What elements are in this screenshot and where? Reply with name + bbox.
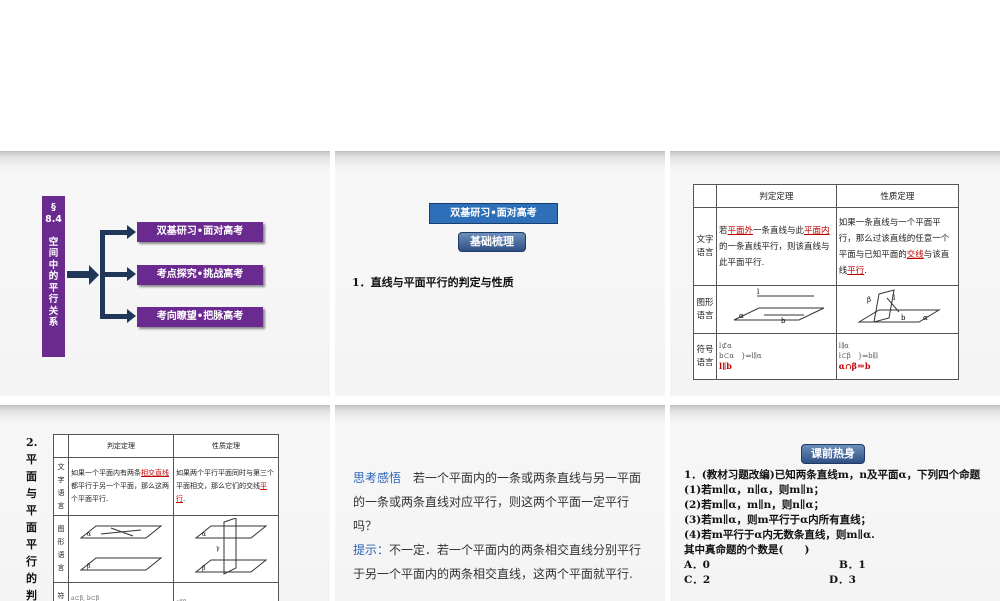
menu-item-topic-explore[interactable]: 考点探究•挑战高考	[137, 265, 263, 285]
options-row-1: A．0B．1	[684, 558, 984, 573]
col-header-criterion: 判定定理	[69, 435, 174, 458]
plane-line-figure-1: l α b	[719, 288, 829, 328]
option-a[interactable]: A．0	[684, 558, 839, 573]
menu-item-basic-review[interactable]: 双基研习•面对高考	[137, 222, 263, 242]
property-symbol: l∥αl⊂β }⇒b∥lα∩β＝b	[836, 334, 958, 380]
menu-item-outlook[interactable]: 考向瞭望•把脉高考	[137, 307, 263, 327]
criterion-text-b: 都平行于另一个平面，那么这两个平面平行.	[71, 482, 169, 503]
topic-line: 1．直线与平面平行的判定与性质	[352, 274, 514, 290]
criterion-text-a: 如果一个平面内有两条	[71, 469, 141, 477]
svg-text:l: l	[893, 294, 896, 302]
property-figure: α β γ	[174, 516, 279, 583]
svg-text:β: β	[202, 565, 206, 572]
corner-cell	[54, 435, 69, 458]
section-header: 双基研习•面对高考	[429, 203, 558, 224]
slide-thumbnail-6[interactable]: 课前热身 1．(教材习题改编)已知两条直线m，n及平面α，下列四个命题 (1)若…	[670, 405, 1000, 601]
svg-text:b: b	[781, 317, 786, 325]
question-ask: 其中真命题的个数是( )	[684, 543, 984, 558]
plane-plane-title: 2.平面与平面平行的判定	[26, 434, 38, 601]
row-label-text: 文字语言	[54, 458, 69, 516]
slide-thumbnail-4[interactable]: 2.平面与平面平行的判定 判定定理 性质定理 文字语言 如果一个平面内有两条相交…	[0, 405, 330, 601]
svg-text:α: α	[87, 531, 91, 538]
question-item-2: (2)若m∥α，m∥n，则n∥α；	[684, 498, 984, 513]
svg-text:γ: γ	[216, 545, 220, 552]
property-symbol: α∥β	[174, 583, 279, 601]
criterion-symbol: l⊄αb⊂α }⇒l∥αl∥b	[717, 334, 837, 380]
bracket-arrowhead-2	[127, 267, 136, 281]
question-item-4: (4)若m平行于α内无数条直线，则m∥α.	[684, 528, 984, 543]
thinking-label: 思考感悟	[353, 471, 401, 485]
slide-thumbnail-1[interactable]: § 8.4 空 间 中 的 平 行 关 系 双基研习•面对高考 考点探究•挑战高…	[0, 151, 330, 396]
row-label-text: 文字语言	[694, 208, 717, 286]
col-header-property: 性质定理	[174, 435, 279, 458]
criterion-text: 如果一个平面内有两条相交直线都平行于另一个平面，那么这两个平面平行.	[69, 458, 174, 516]
question-item-1: (1)若m∥α，n∥α，则m∥n；	[684, 483, 984, 498]
svg-text:α: α	[739, 312, 744, 320]
line-plane-parallel-table: 判定定理 性质定理 文字语言 若平面外一条直线与此平面内的一条直线平行，则该直线…	[693, 184, 959, 380]
section-vertical-title: § 8.4 空 间 中 的 平 行 关 系	[42, 196, 65, 357]
question-item-3: (3)若m∥α，则m平行于α内所有直线；	[684, 513, 984, 528]
svg-text:β: β	[87, 563, 91, 570]
col-header-criterion: 判定定理	[717, 185, 837, 208]
property-text: 如果两个平行平面同时与第三个平面相交，那么它们的交线平行.	[174, 458, 279, 516]
criterion-figure: l α b	[717, 286, 837, 334]
main-arrow-head	[89, 265, 99, 285]
svg-text:b: b	[901, 314, 906, 322]
option-c[interactable]: C．2	[684, 573, 829, 588]
svg-text:α: α	[202, 531, 206, 538]
plane-line-figure-2: β l b α	[839, 288, 949, 328]
main-arrow-shaft	[67, 271, 89, 278]
row-label-symbol: 符号语言	[694, 334, 717, 380]
bracket-arrowhead-1	[127, 225, 136, 239]
options-row-2: C．2D．3	[684, 573, 984, 588]
question-head: 1．(教材习题改编)已知两条直线m，n及平面α，下列四个命题	[684, 468, 984, 483]
bracket-bottom	[100, 314, 128, 319]
slide-thumbnail-2[interactable]: 双基研习•面对高考 基础梳理 1．直线与平面平行的判定与性质	[335, 151, 665, 396]
svg-text:α: α	[923, 314, 928, 322]
basics-pill: 基础梳理	[458, 232, 526, 252]
hint-text: 不一定．若一个平面内的两条相交直线分别平行于另一个平面内的两条相交直线，这两个平…	[353, 543, 641, 581]
option-d[interactable]: D．3	[829, 574, 856, 586]
hint-label: 提示：	[353, 543, 389, 557]
col-header-property: 性质定理	[836, 185, 958, 208]
corner-cell	[694, 185, 717, 208]
svg-text:l: l	[757, 288, 760, 296]
property-text: 如果一条直线与一个平面平行，那么过该直线的任意一个平面与已知平面的交线与该直线平…	[836, 208, 958, 286]
planes-figure-2: α β γ	[176, 518, 276, 578]
slide-thumbnail-5[interactable]: 思考感悟 若一个平面内的一条或两条直线与另一平面的一条或两条直线对应平行，则这两…	[335, 405, 665, 601]
bracket-mid	[105, 272, 128, 277]
planes-figure-1: αβ	[71, 518, 171, 578]
criterion-text-red: 相交直线	[141, 469, 169, 477]
criterion-symbol: a⊂β, b⊂βa∩b＝P	[69, 583, 174, 601]
row-label-figure: 图形语言	[54, 516, 69, 583]
thinking-paragraph: 思考感悟 若一个平面内的一条或两条直线与另一平面的一条或两条直线对应平行，则这两…	[353, 466, 643, 586]
warmup-pill: 课前热身	[801, 444, 865, 464]
bracket-top	[100, 230, 128, 235]
slide-thumbnail-3[interactable]: 判定定理 性质定理 文字语言 若平面外一条直线与此平面内的一条直线平行，则该直线…	[670, 151, 1000, 396]
criterion-text: 若平面外一条直线与此平面内的一条直线平行，则该直线与此平面平行.	[717, 208, 837, 286]
question-block: 1．(教材习题改编)已知两条直线m，n及平面α，下列四个命题 (1)若m∥α，n…	[684, 468, 984, 588]
bracket-arrowhead-3	[127, 309, 136, 323]
plane-plane-parallel-table: 判定定理 性质定理 文字语言 如果一个平面内有两条相交直线都平行于另一个平面，那…	[53, 434, 279, 601]
criterion-figure: αβ	[69, 516, 174, 583]
svg-text:β: β	[867, 296, 871, 304]
row-label-symbol: 符号	[54, 583, 69, 601]
option-b[interactable]: B．1	[839, 559, 866, 571]
row-label-figure: 图形语言	[694, 286, 717, 334]
property-figure: β l b α	[836, 286, 958, 334]
property-text-b: .	[183, 495, 185, 503]
